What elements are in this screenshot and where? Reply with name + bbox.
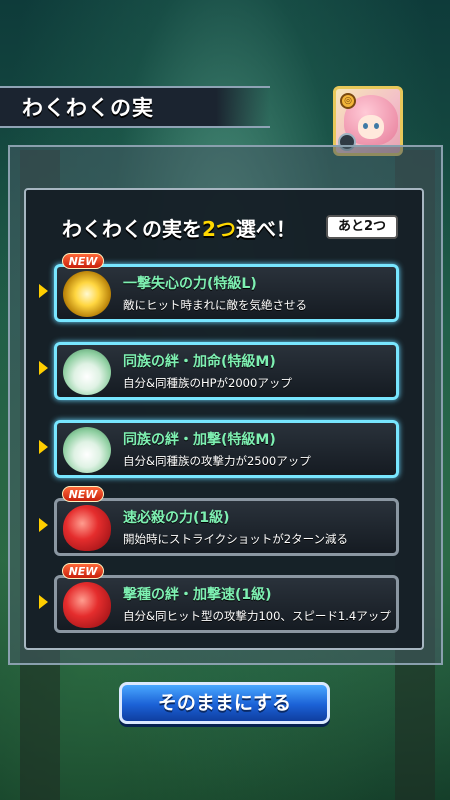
selection-arrow-icon xyxy=(39,361,48,375)
option-card-5[interactable]: 撃種の絆・加撃速(1級) 自分&同ヒット型の攻撃力100、スピード1.4アップ xyxy=(54,575,399,633)
element-badge-icon: ◎ xyxy=(340,93,356,109)
avatar-eye xyxy=(374,123,379,129)
option-description: 自分&同種族のHPが2000アップ xyxy=(123,376,292,390)
selection-arrow-icon xyxy=(39,284,48,298)
red-fruit-icon xyxy=(63,582,111,628)
new-badge: NEW xyxy=(62,486,104,502)
white-lettuce-fruit-icon xyxy=(63,427,111,473)
option-card-1[interactable]: 一撃失心の力(特級L) 敵にヒット時まれに敵を気絶させる xyxy=(54,264,399,322)
option-name: 撃種の絆・加撃速(1級) xyxy=(123,587,272,603)
option-name: 一撃失心の力(特級L) xyxy=(123,276,257,292)
selection-arrow-icon xyxy=(39,440,48,454)
white-lettuce-fruit-icon xyxy=(63,349,111,395)
selection-prompt: わくわくの実を2つ選べ！ xyxy=(62,213,296,242)
option-description: 自分&同種族の攻撃力が2500アップ xyxy=(123,454,311,468)
option-name: 速必殺の力(1級) xyxy=(123,510,230,526)
keep-as-is-button[interactable]: そのままにする xyxy=(119,682,330,724)
option-name: 同族の絆・加撃(特級M) xyxy=(123,432,276,448)
prompt-text: わくわくの実を xyxy=(62,217,202,241)
page-title: わくわくの実 xyxy=(22,96,154,120)
option-card-4[interactable]: 速必殺の力(1級) 開始時にストライクショットが2ターン減る xyxy=(54,498,399,556)
new-badge: NEW xyxy=(62,253,104,269)
avatar-eye xyxy=(363,123,368,129)
selection-arrow-icon xyxy=(39,595,48,609)
option-name: 同族の絆・加命(特級M) xyxy=(123,354,276,370)
option-card-3[interactable]: 同族の絆・加撃(特級M) 自分&同種族の攻撃力が2500アップ xyxy=(54,420,399,478)
remaining-count-badge: あと2つ xyxy=(326,215,398,239)
golden-burst-fruit-icon xyxy=(63,271,111,317)
prompt-count: 2つ xyxy=(202,217,236,241)
option-card-2[interactable]: 同族の絆・加命(特級M) 自分&同種族のHPが2000アップ xyxy=(54,342,399,400)
avatar-face xyxy=(358,115,384,139)
prompt-text-end: 選べ！ xyxy=(235,217,296,241)
option-description: 敵にヒット時まれに敵を気絶させる xyxy=(123,298,307,312)
red-fruit-icon xyxy=(63,505,111,551)
selection-arrow-icon xyxy=(39,518,48,532)
new-badge: NEW xyxy=(62,563,104,579)
option-description: 開始時にストライクショットが2ターン減る xyxy=(123,532,349,546)
option-description: 自分&同ヒット型の攻撃力100、スピード1.4アップ xyxy=(123,609,391,623)
